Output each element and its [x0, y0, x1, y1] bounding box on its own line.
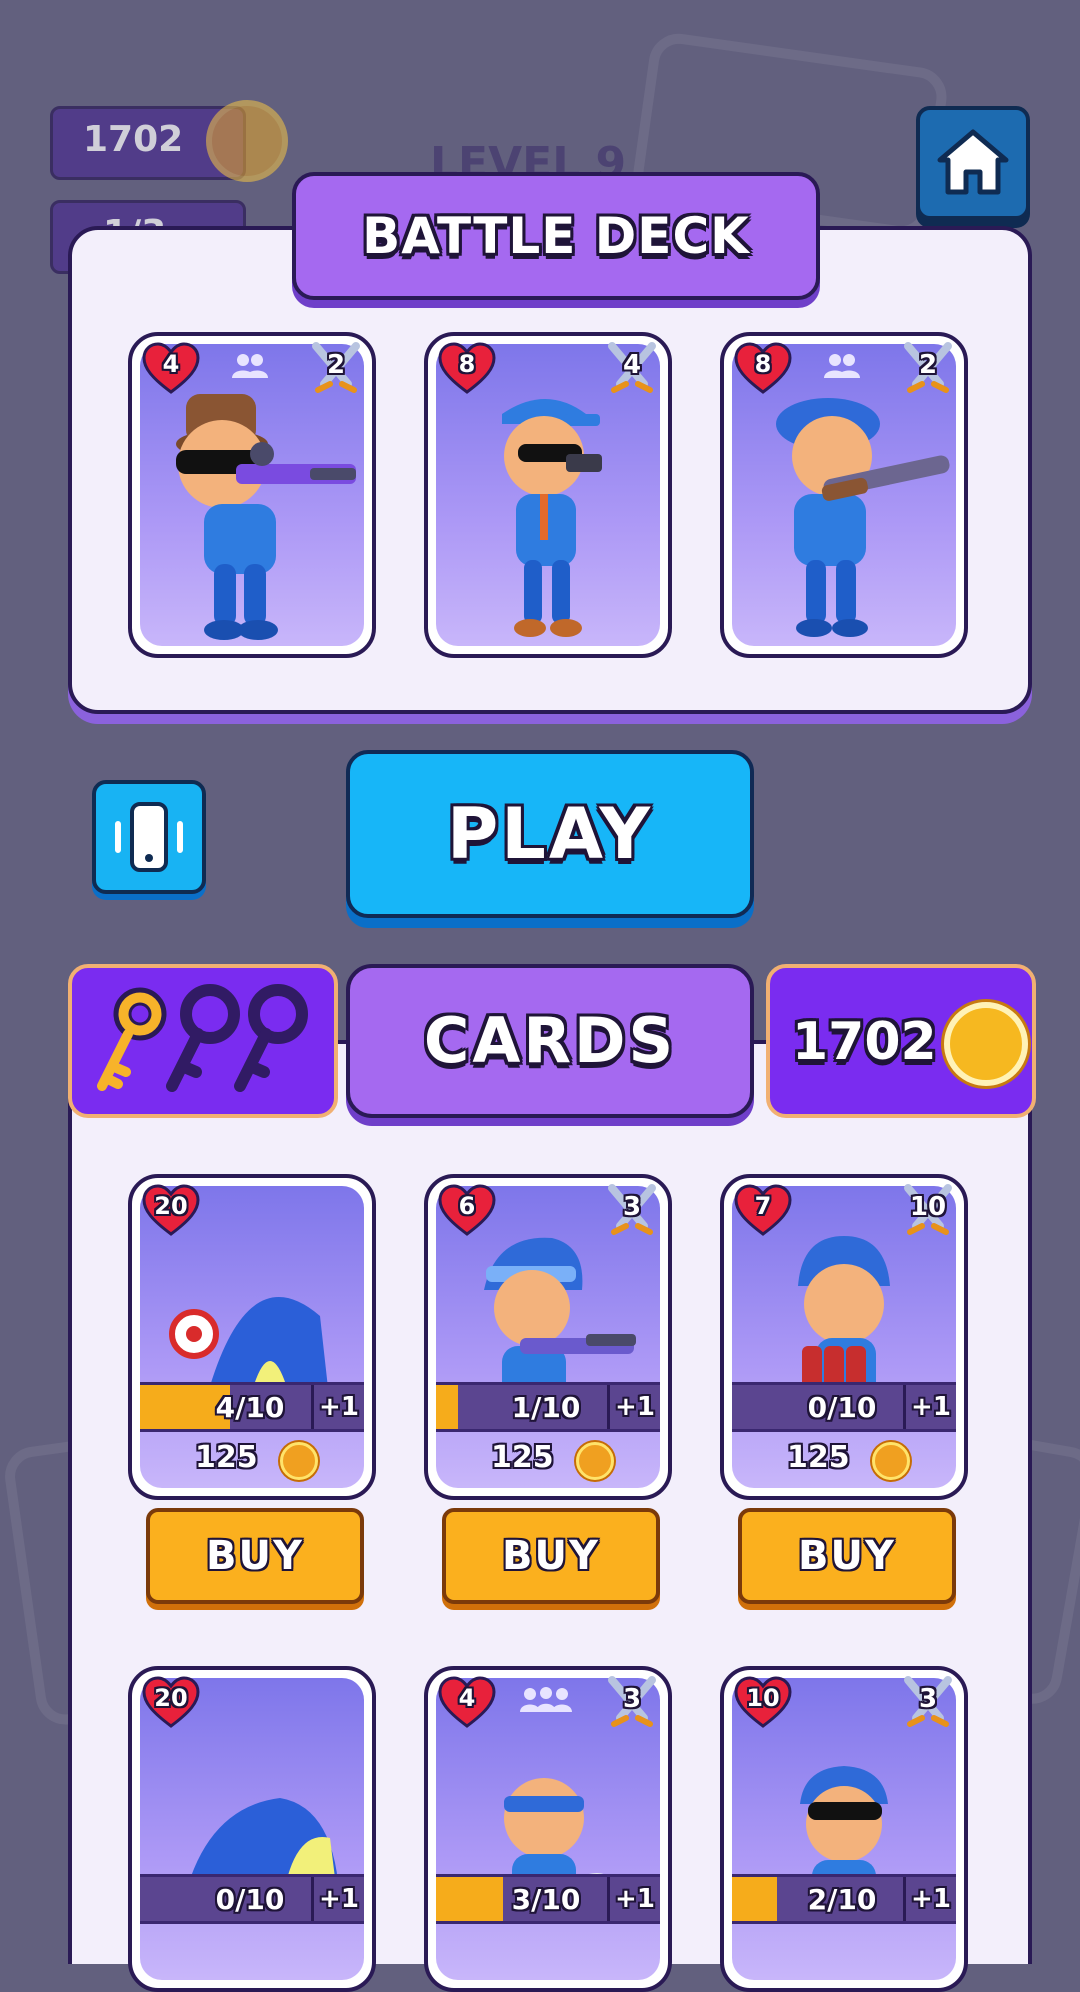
home-icon	[937, 129, 1009, 195]
card-progress-bar: 0/10 +1	[140, 1874, 364, 1924]
card-progress-bar: 2/10 +1	[732, 1874, 956, 1924]
play-button[interactable]: PLAY	[346, 750, 754, 918]
battle-deck-title: BATTLE DECK	[362, 207, 750, 265]
deck-card[interactable]: 8 4	[424, 332, 672, 658]
card-progress-bar: 3/10 +1	[436, 1874, 660, 1924]
group-icon	[824, 354, 860, 378]
health-heart-icon	[142, 1676, 200, 1728]
buy-button[interactable]: BUY	[146, 1508, 364, 1604]
health-heart-icon	[142, 342, 200, 394]
card-progress-text: 0/10	[807, 1391, 877, 1424]
card-plus-label: +1	[607, 1877, 660, 1921]
coin-balance: 1702	[766, 964, 1036, 1118]
card-plus-label: +1	[311, 1385, 364, 1429]
card-progress-fill	[436, 1385, 459, 1429]
attack-swords-icon	[904, 1676, 952, 1727]
key-icon	[97, 984, 308, 1092]
attack-swords-icon	[608, 1676, 656, 1727]
cards-title: CARDS	[423, 1004, 677, 1077]
card-progress-text: 1/10	[511, 1391, 581, 1424]
card-progress-text: 0/10	[215, 1883, 285, 1916]
card-progress-bar: 1/10 +1	[436, 1382, 660, 1432]
vibration-toggle-button[interactable]	[92, 780, 206, 894]
attack-swords-icon	[608, 342, 656, 393]
play-button-label: PLAY	[446, 793, 654, 875]
card-plus-label: +1	[607, 1385, 660, 1429]
crowd-icon	[520, 1687, 572, 1712]
shop-card[interactable]: 3/10 +1 4 3	[424, 1666, 672, 1992]
vibrate-phone-icon	[115, 802, 183, 872]
card-plus-label: +1	[311, 1877, 364, 1921]
health-heart-icon	[734, 1184, 792, 1236]
health-heart-icon	[142, 1184, 200, 1236]
buy-button[interactable]: BUY	[738, 1508, 956, 1604]
coin-icon	[576, 1442, 614, 1480]
coin-icon	[944, 1002, 1028, 1086]
keys-counter	[68, 964, 338, 1118]
coin-balance-value: 1702	[792, 1012, 937, 1072]
hud-coin-value: 1702	[83, 119, 184, 160]
coin-icon	[872, 1442, 910, 1480]
card-progress-text: 3/10	[511, 1883, 581, 1916]
buy-button-label: BUY	[798, 1533, 896, 1579]
card-price: 125	[787, 1440, 850, 1475]
attack-swords-icon	[904, 342, 952, 393]
health-heart-icon	[438, 1676, 496, 1728]
card-price: 125	[491, 1440, 554, 1475]
shop-card[interactable]: 1/10 +1 125 6 3	[424, 1174, 672, 1500]
card-plus-label: +1	[903, 1385, 956, 1429]
attack-swords-icon	[608, 1184, 656, 1235]
buy-button-label: BUY	[502, 1533, 600, 1579]
health-heart-icon	[438, 1184, 496, 1236]
deck-card[interactable]: 8 2	[720, 332, 968, 658]
shop-card[interactable]: 0/10 +1 20	[128, 1666, 376, 1992]
deck-card[interactable]: 4 2	[128, 332, 376, 658]
card-plus-label: +1	[903, 1877, 956, 1921]
shop-card[interactable]: 2/10 +1 10 3	[720, 1666, 968, 1992]
health-heart-icon	[734, 1676, 792, 1728]
shop-card[interactable]: 0/10 +1 125 7 10	[720, 1174, 968, 1500]
card-price: 125	[195, 1440, 258, 1475]
card-progress-text: 2/10	[807, 1883, 877, 1916]
attack-swords-icon	[312, 342, 360, 393]
battle-deck-title-tab: BATTLE DECK	[292, 172, 820, 300]
home-button[interactable]	[916, 106, 1030, 220]
buy-button-label: BUY	[206, 1533, 304, 1579]
coin-icon	[206, 100, 288, 182]
buy-button[interactable]: BUY	[442, 1508, 660, 1604]
card-progress-bar: 4/10 +1	[140, 1382, 364, 1432]
attack-swords-icon	[904, 1184, 952, 1235]
coin-icon	[280, 1442, 318, 1480]
cards-title-tab: CARDS	[346, 964, 754, 1118]
card-progress-text: 4/10	[215, 1391, 285, 1424]
shop-card[interactable]: 4/10 +1 125 20	[128, 1174, 376, 1500]
group-icon	[232, 354, 268, 378]
health-heart-icon	[438, 342, 496, 394]
card-progress-bar: 0/10 +1	[732, 1382, 956, 1432]
health-heart-icon	[734, 342, 792, 394]
